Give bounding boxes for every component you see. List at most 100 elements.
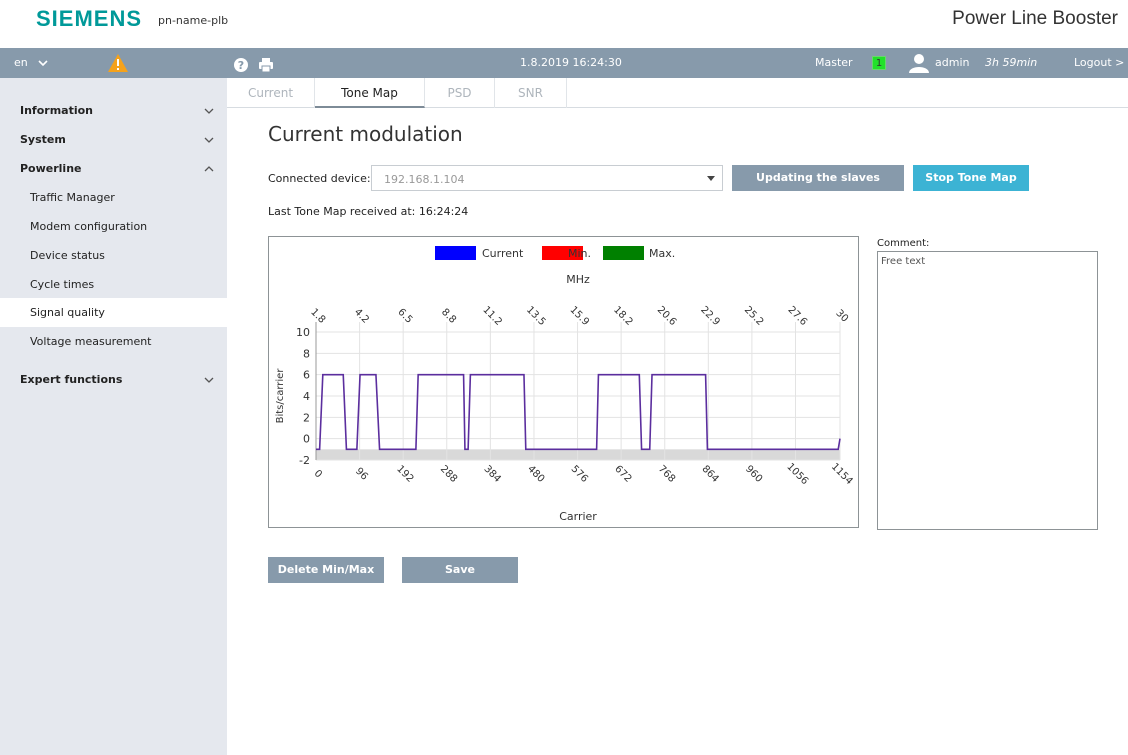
device-name: pn-name-plb bbox=[158, 14, 229, 27]
sidebar-item-label: Device status bbox=[30, 249, 105, 262]
legend-swatch bbox=[435, 246, 476, 260]
sidebar-item-label: Traffic Manager bbox=[30, 191, 115, 204]
page-title: Current modulation bbox=[268, 122, 463, 146]
print-icon[interactable] bbox=[258, 55, 274, 73]
comment-label: Comment: bbox=[877, 238, 930, 249]
x-tick-label: 768 bbox=[656, 464, 677, 485]
delete-min-max-button[interactable]: Delete Min/Max bbox=[268, 557, 384, 583]
x-tick-label: 960 bbox=[743, 464, 764, 485]
x-tick-label: 864 bbox=[699, 464, 720, 485]
sidebar-item-label: Powerline bbox=[20, 162, 82, 175]
legend-swatch bbox=[603, 246, 644, 260]
sidebar-item-cycle-times[interactable]: Cycle times bbox=[0, 270, 227, 299]
chevron-down-icon[interactable] bbox=[38, 48, 48, 78]
x-axis-title: Carrier bbox=[559, 510, 597, 523]
tab-snr[interactable]: SNR bbox=[495, 78, 567, 108]
chevron-down-icon bbox=[204, 134, 214, 147]
sidebar-item-label: Signal quality bbox=[30, 306, 105, 319]
x2-tick-label: 22.9 bbox=[698, 304, 722, 328]
x2-tick-label: 8.8 bbox=[439, 307, 458, 326]
tab-tone-map[interactable]: Tone Map bbox=[315, 78, 425, 108]
sidebar-item-label: Voltage measurement bbox=[30, 335, 152, 348]
stop-tone-map-button[interactable]: Stop Tone Map bbox=[913, 165, 1029, 191]
chevron-down-icon bbox=[204, 105, 214, 118]
master-count-badge: 1 bbox=[872, 56, 886, 70]
y-axis-title: Bits/carrier bbox=[275, 368, 286, 424]
product-name: Power Line Booster bbox=[952, 8, 1118, 29]
x-tick-label: 1056 bbox=[784, 461, 810, 487]
help-icon[interactable]: ? bbox=[233, 55, 249, 72]
sidebar-item-information[interactable]: Information bbox=[0, 96, 227, 125]
sidebar-item-label: Expert functions bbox=[20, 373, 123, 386]
update-slaves-button[interactable]: Updating the slaves bbox=[732, 165, 904, 191]
x-tick-label: 288 bbox=[438, 464, 459, 485]
legend-label: Current bbox=[482, 247, 524, 260]
x-tick-label: 192 bbox=[394, 464, 415, 485]
chart-canvas: -2024681001.8964.21926.52888.838411.2480… bbox=[275, 246, 855, 523]
sidebar-item-voltage-measurement[interactable]: Voltage measurement bbox=[0, 327, 227, 356]
username: admin bbox=[935, 56, 970, 69]
tab-psd[interactable]: PSD bbox=[425, 78, 495, 108]
connected-device-value: 192.168.1.104 bbox=[384, 173, 465, 186]
y-tick-label: 6 bbox=[303, 369, 310, 382]
legend-label: Min. bbox=[568, 247, 591, 260]
sidebar-item-device-status[interactable]: Device status bbox=[0, 241, 227, 270]
x-tick-label: 672 bbox=[612, 464, 633, 485]
sidebar-item-traffic-manager[interactable]: Traffic Manager bbox=[0, 183, 227, 212]
x2-tick-label: 11.2 bbox=[480, 304, 504, 328]
sidebar-item-modem-configuration[interactable]: Modem configuration bbox=[0, 212, 227, 241]
caret-down-icon bbox=[706, 173, 716, 186]
x-tick-label: 96 bbox=[353, 466, 370, 483]
x2-tick-label: 13.5 bbox=[524, 304, 548, 328]
x2-tick-label: 15.9 bbox=[568, 304, 592, 328]
y-tick-label: 10 bbox=[296, 326, 310, 339]
x-tick-label: 1154 bbox=[829, 461, 855, 487]
x2-tick-label: 4.2 bbox=[352, 307, 371, 326]
x2-axis-title: MHz bbox=[566, 273, 590, 286]
legend-label: Max. bbox=[649, 247, 675, 260]
tone-map-chart: -2 0 2 4 6 8 10 0 1.8 96 4.2 192 6.5 288 8.8 384 11.2 480… bbox=[268, 236, 859, 528]
x-tick-label: 384 bbox=[481, 464, 502, 485]
x2-tick-label: 6.5 bbox=[395, 307, 414, 326]
y-tick-label: 8 bbox=[303, 347, 310, 360]
sidebar-item-label: Information bbox=[20, 104, 93, 117]
sidebar-item-label: Cycle times bbox=[30, 278, 95, 291]
connected-device-label: Connected device: bbox=[268, 172, 371, 185]
x-tick-label: 576 bbox=[569, 464, 590, 485]
connected-device-select[interactable]: 192.168.1.104 bbox=[371, 165, 723, 191]
datetime-display: 1.8.2019 16:24:30 bbox=[520, 56, 622, 69]
role-label: Master bbox=[815, 56, 853, 69]
save-button[interactable]: Save bbox=[402, 557, 518, 583]
warning-icon[interactable] bbox=[108, 54, 128, 72]
x-tick-label: 0 bbox=[312, 468, 324, 480]
sidebar-item-label: System bbox=[20, 133, 66, 146]
header-bar: SIEMENS pn-name-plb Power Line Booster bbox=[0, 0, 1128, 48]
x2-tick-label: 25.2 bbox=[742, 304, 766, 328]
chevron-down-icon bbox=[204, 374, 214, 387]
chevron-up-icon bbox=[204, 163, 214, 176]
sidebar-item-expert-functions[interactable]: Expert functions bbox=[0, 365, 227, 394]
sidebar-item-system[interactable]: System bbox=[0, 125, 227, 154]
sidebar-item-signal-quality[interactable]: Signal quality bbox=[0, 298, 227, 327]
session-time: 3h 59min bbox=[985, 56, 1038, 69]
x2-tick-label: 27.6 bbox=[786, 304, 810, 328]
sidebar: Information System Powerline Traffic Man… bbox=[0, 78, 227, 755]
logout-button[interactable]: Logout > bbox=[1074, 48, 1124, 78]
y-tick-label: 4 bbox=[303, 390, 310, 403]
brand-logo: SIEMENS bbox=[36, 6, 143, 31]
y-tick-label: 2 bbox=[303, 411, 310, 424]
sidebar-item-label: Modem configuration bbox=[30, 220, 148, 233]
sidebar-item-powerline[interactable]: Powerline bbox=[0, 154, 227, 183]
svg-text:?: ? bbox=[238, 59, 244, 72]
language-selector[interactable]: en bbox=[14, 48, 28, 78]
y-tick-label: 0 bbox=[303, 433, 310, 446]
user-icon bbox=[908, 53, 930, 73]
x2-tick-label: 20.6 bbox=[655, 304, 679, 328]
last-tone-map-label: Last Tone Map received at: 16:24:24 bbox=[268, 205, 469, 218]
x2-tick-label: 18.2 bbox=[611, 304, 635, 328]
comment-textarea[interactable]: Free text bbox=[877, 251, 1098, 530]
x2-tick-label: 30 bbox=[833, 308, 850, 325]
tab-current[interactable]: Current bbox=[227, 78, 315, 108]
toolbar: en ? 1.8.2019 16:24:30 Master 1 admin 3h… bbox=[0, 48, 1128, 78]
y-tick-label: -2 bbox=[299, 454, 310, 467]
